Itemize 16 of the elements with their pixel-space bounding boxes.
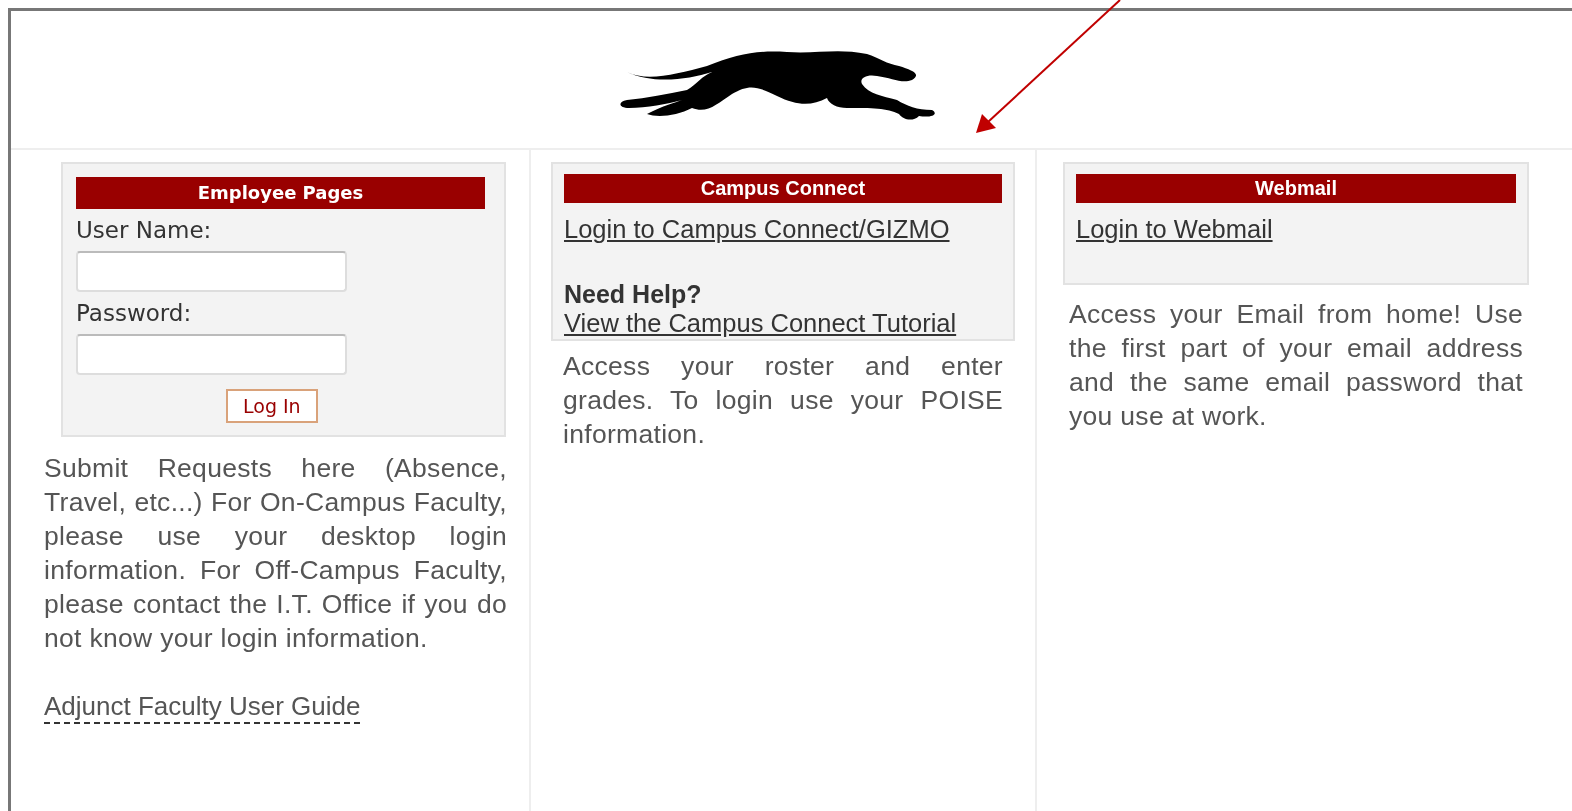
login-button[interactable]: Log In bbox=[226, 389, 318, 423]
description-text: Access your Email from home! Use the first part of your email address and the same email password that you use at work. bbox=[1068, 298, 1524, 433]
login-link[interactable]: Login to Webmail bbox=[1076, 215, 1273, 244]
username-field[interactable] bbox=[76, 251, 347, 292]
help-heading: Need Help? bbox=[564, 280, 703, 309]
description-text: Access your roster and enter grades. To login use your POISE information. bbox=[562, 350, 1004, 451]
guide-link[interactable]: Adjunct Faculty User Guide bbox=[44, 691, 361, 724]
field-label: Password: bbox=[76, 300, 193, 326]
panel-title: Webmail bbox=[1076, 174, 1516, 203]
tutorial-link[interactable]: View the Campus Connect Tutorial bbox=[564, 309, 957, 338]
panel-title: Campus Connect bbox=[564, 174, 1002, 203]
panel-title: Employee Pages bbox=[76, 177, 485, 209]
login-link[interactable]: Login to Campus Connect/GIZMO bbox=[564, 215, 950, 244]
password-field[interactable] bbox=[76, 334, 347, 375]
description-text: Submit Requests here (Absence, Travel, etc...) For On-Campus Faculty, please use your desktop login information. For Off-Campus Faculty, please contact the I.T. Office if you do not know your login information. bbox=[44, 452, 507, 655]
field-label: User Name: bbox=[76, 217, 213, 243]
